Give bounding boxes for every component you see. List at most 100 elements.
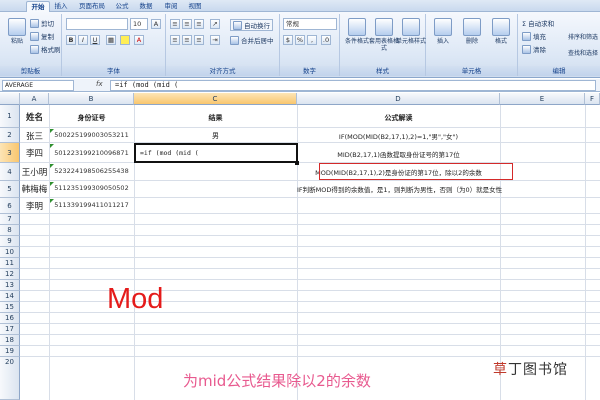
column-header-c[interactable]: C	[134, 93, 297, 105]
tab-page-layout[interactable]: 页面布局	[76, 1, 108, 12]
active-cell-selection[interactable]	[134, 143, 298, 163]
column-header-b[interactable]: B	[49, 93, 134, 105]
align-center-button[interactable]: ≡	[182, 35, 192, 45]
column-header-f[interactable]: F	[585, 93, 600, 105]
underline-button[interactable]: U	[90, 35, 100, 45]
wrap-text-button[interactable]: 自动换行	[230, 19, 273, 31]
row-header-12[interactable]: 12	[0, 269, 20, 280]
merge-center-button[interactable]: 合并后居中	[230, 35, 274, 45]
name-cell[interactable]: 李四	[20, 147, 49, 159]
id-cell[interactable]: 511339199411011217	[49, 201, 134, 209]
row-header-14[interactable]: 14	[0, 291, 20, 302]
indent-button[interactable]: ⇥	[210, 35, 220, 45]
row-header-18[interactable]: 18	[0, 335, 20, 346]
format-as-table-button[interactable]: 套用表格格式	[369, 18, 399, 52]
tab-home[interactable]: 开始	[26, 1, 50, 12]
column-header-e[interactable]: E	[500, 93, 585, 105]
id-cell[interactable]: 523224198506255438	[49, 167, 134, 175]
fill-color-button[interactable]	[120, 35, 130, 45]
row-header-3[interactable]: 3	[0, 143, 20, 163]
highlight-box	[319, 163, 513, 180]
cut-button[interactable]: 剪切	[30, 18, 54, 28]
align-bottom-button[interactable]: ≡	[194, 19, 204, 29]
border-button[interactable]: ▦	[106, 35, 116, 45]
name-cell[interactable]: 李明	[20, 200, 49, 212]
row-header-2[interactable]: 2	[0, 128, 20, 143]
row-header-13[interactable]: 13	[0, 280, 20, 291]
explain-cell[interactable]: IF判断MOD得到的余数值，是1，则判断为男性，否则（为0）就是女性	[297, 184, 502, 194]
grow-font-button[interactable]: A	[151, 19, 161, 29]
insert-cells-button[interactable]: 插入	[428, 18, 458, 45]
font-color-button[interactable]: A	[134, 35, 144, 45]
font-name-select[interactable]	[66, 18, 128, 30]
name-box[interactable]: AVERAGE	[2, 80, 74, 91]
autosum-button[interactable]: Σ 自动求和	[522, 18, 554, 28]
row-header-19[interactable]: 19	[0, 346, 20, 357]
row-header-6[interactable]: 6	[0, 198, 20, 214]
header-explain-cell[interactable]: 公式解读	[297, 113, 500, 123]
insert-function-button[interactable]: fx	[96, 80, 103, 88]
row-header-5[interactable]: 5	[0, 181, 20, 198]
row-header-10[interactable]: 10	[0, 247, 20, 258]
id-cell[interactable]: 511235199309050502	[49, 184, 134, 192]
comma-button[interactable]: ,	[307, 35, 317, 45]
clear-button[interactable]: 清除	[522, 44, 546, 54]
row-header-1[interactable]: 1	[0, 105, 20, 128]
row-header-20[interactable]: 20	[0, 357, 20, 400]
align-right-button[interactable]: ≡	[194, 35, 204, 45]
italic-button[interactable]: I	[78, 35, 88, 45]
row-header-16[interactable]: 16	[0, 313, 20, 324]
row-header-4[interactable]: 4	[0, 163, 20, 181]
explain-cell[interactable]: IF(MOD(MID(B2,17,1),2)=1,"男","女")	[297, 131, 500, 141]
select-all-corner[interactable]	[0, 93, 20, 105]
currency-button[interactable]: $	[283, 35, 293, 45]
grid-line	[20, 142, 600, 143]
row-header-7[interactable]: 7	[0, 214, 20, 225]
tab-insert[interactable]: 插入	[52, 1, 70, 12]
conditional-format-button[interactable]: 条件格式	[342, 18, 372, 45]
find-select-button[interactable]: 查找和选择	[568, 50, 598, 57]
fill-handle[interactable]	[295, 161, 299, 165]
grid-line	[20, 356, 600, 357]
align-left-button[interactable]: ≡	[170, 35, 180, 45]
number-format-select[interactable]: 常规	[283, 18, 337, 30]
bold-button[interactable]: B	[66, 35, 76, 45]
row-header-8[interactable]: 8	[0, 225, 20, 236]
format-cells-button[interactable]: 格式	[486, 18, 516, 45]
header-id-cell[interactable]: 身份证号	[49, 113, 134, 123]
copy-button[interactable]: 复制	[30, 31, 54, 41]
name-cell[interactable]: 韩梅梅	[20, 183, 49, 195]
name-cell[interactable]: 张三	[20, 130, 49, 142]
grid-line	[20, 127, 600, 128]
sort-filter-button[interactable]: 排序和筛选	[568, 34, 598, 41]
tab-data[interactable]: 数据	[137, 1, 155, 12]
row-header-17[interactable]: 17	[0, 324, 20, 335]
align-top-button[interactable]: ≡	[170, 19, 180, 29]
tab-view[interactable]: 视图	[186, 1, 204, 12]
row-header-9[interactable]: 9	[0, 236, 20, 247]
header-name-cell[interactable]: 姓名	[20, 111, 49, 123]
explain-cell[interactable]: MID(B2,17,1)函数提取身份证号的第17位	[297, 149, 500, 159]
delete-cells-button[interactable]: 删除	[457, 18, 487, 45]
format-painter-button[interactable]: 格式刷	[30, 44, 61, 54]
column-header-a[interactable]: A	[20, 93, 49, 105]
formula-input[interactable]: =if (mod (mid (	[110, 80, 596, 91]
result-cell[interactable]: 男	[134, 131, 297, 141]
header-result-cell[interactable]: 结果	[134, 113, 297, 123]
tab-formulas[interactable]: 公式	[113, 1, 131, 12]
fill-button[interactable]: 填充	[522, 31, 546, 41]
align-middle-button[interactable]: ≡	[182, 19, 192, 29]
tab-review[interactable]: 审阅	[162, 1, 180, 12]
column-header-d[interactable]: D	[297, 93, 500, 105]
cell-styles-button[interactable]: 单元格样式	[396, 18, 426, 45]
font-size-select[interactable]: 10	[130, 18, 148, 30]
percent-button[interactable]: %	[295, 35, 305, 45]
id-cell[interactable]: 501223199210096871	[49, 149, 134, 157]
id-cell[interactable]: 500225199003053211	[49, 131, 134, 139]
decimal-button[interactable]: .0	[321, 35, 331, 45]
orientation-button[interactable]: ↗	[210, 19, 220, 29]
paste-button[interactable]: 粘贴	[2, 18, 32, 45]
name-cell[interactable]: 王小明	[20, 166, 49, 178]
row-header-11[interactable]: 11	[0, 258, 20, 269]
row-header-15[interactable]: 15	[0, 302, 20, 313]
